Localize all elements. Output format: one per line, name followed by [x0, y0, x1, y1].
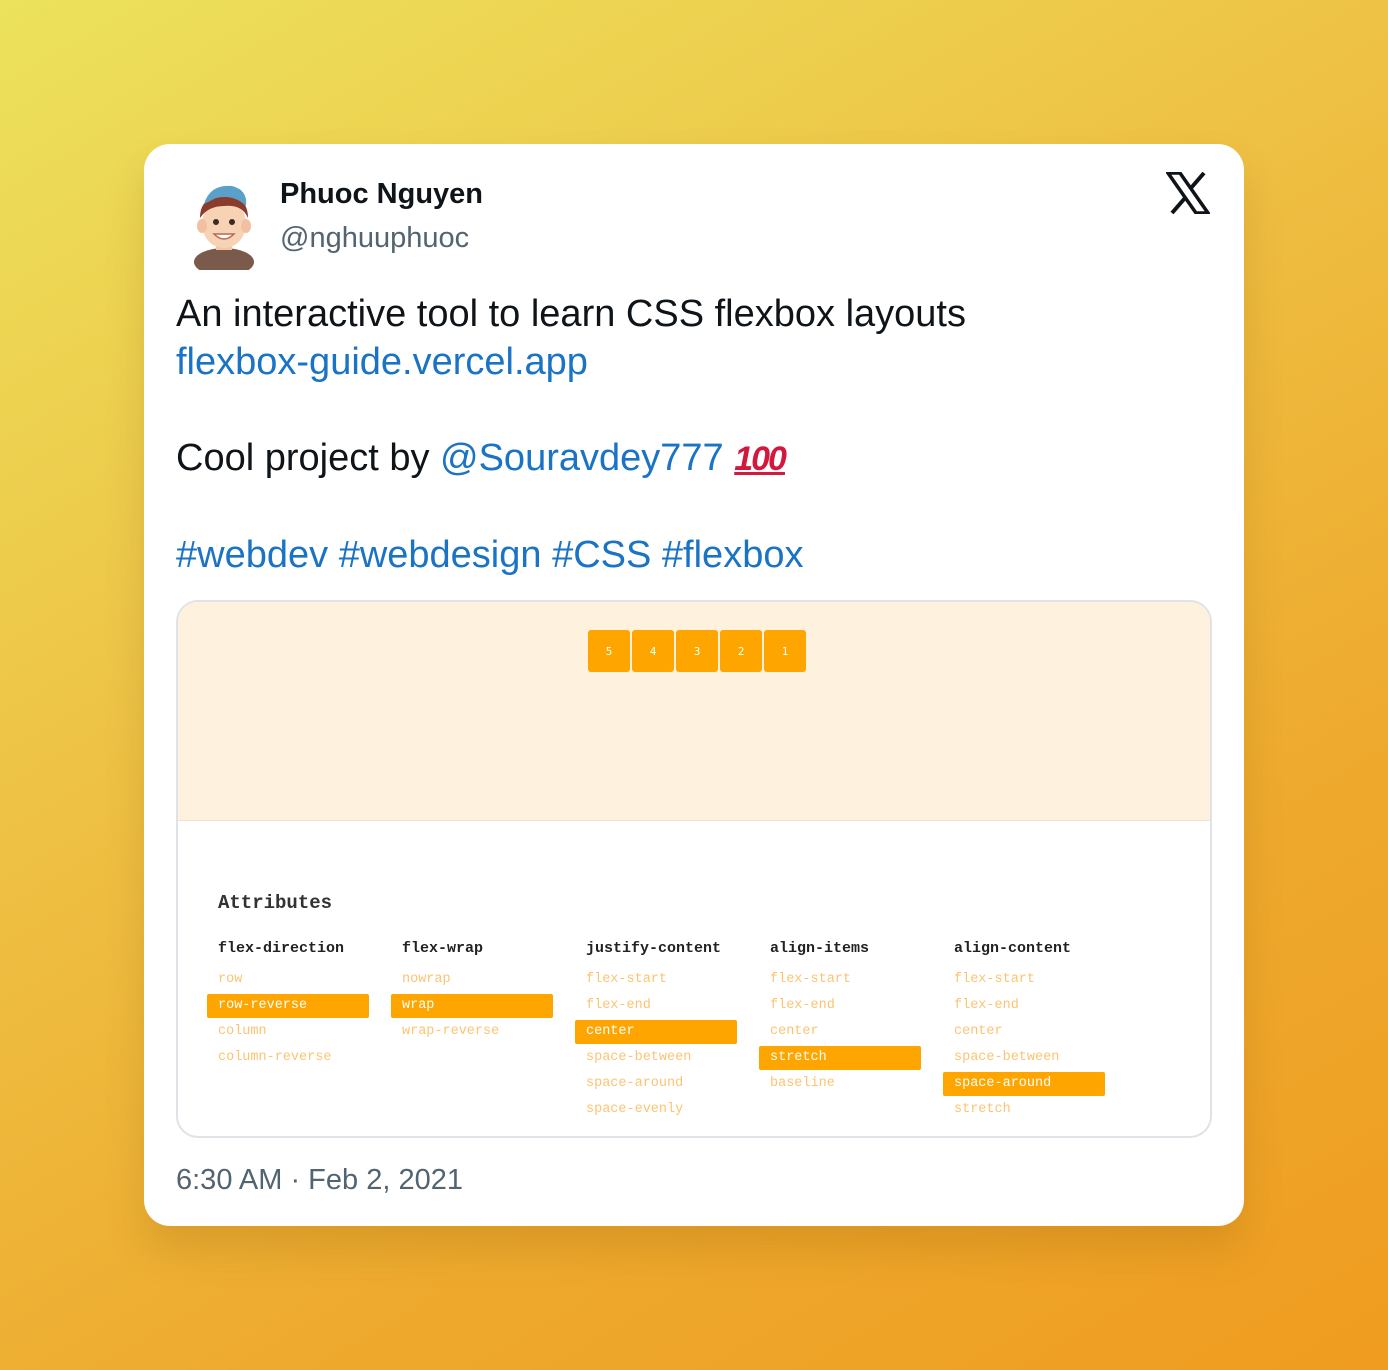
option-space-around[interactable]: space-around [575, 1072, 737, 1096]
flex-item: 2 [720, 630, 762, 672]
timestamp[interactable]: 6:30 AM · Feb 2, 2021 [176, 1164, 463, 1197]
option-flex-end[interactable]: flex-end [943, 994, 1105, 1018]
flex-items: 5 4 3 2 1 [588, 630, 806, 672]
attribute-group-flex-direction: flex-direction row row-reverse column column… [207, 940, 369, 1072]
flex-item: 4 [632, 630, 674, 672]
credit-prefix: Cool project by [176, 437, 441, 479]
flex-item: 3 [676, 630, 718, 672]
hashtag-link[interactable]: #flexbox [662, 534, 804, 576]
hashtag-link[interactable]: #CSS [552, 534, 651, 576]
mention-link[interactable]: @Souravdey777 [440, 437, 724, 479]
flex-item: 5 [588, 630, 630, 672]
flex-preview-area: 5 4 3 2 1 [178, 602, 1210, 821]
hashtag-link[interactable]: #webdev [176, 534, 328, 576]
attribute-group-heading: flex-wrap [402, 940, 484, 957]
option-center[interactable]: center [575, 1020, 737, 1044]
x-logo-icon[interactable] [1166, 172, 1210, 214]
option-stretch[interactable]: stretch [943, 1098, 1105, 1122]
hundred-points-emoji-icon: 100 [734, 440, 787, 478]
attribute-group-heading: align-content [954, 940, 1072, 957]
option-column-reverse[interactable]: column-reverse [207, 1046, 369, 1070]
attribute-group-heading: justify-content [586, 940, 722, 957]
option-baseline[interactable]: baseline [759, 1072, 921, 1096]
option-stretch[interactable]: stretch [759, 1046, 921, 1070]
option-space-between[interactable]: space-between [943, 1046, 1105, 1070]
option-row[interactable]: row [207, 968, 369, 992]
option-row-reverse[interactable]: row-reverse [207, 994, 369, 1018]
flex-item: 1 [764, 630, 806, 672]
option-flex-start[interactable]: flex-start [575, 968, 737, 992]
tweet-card: Phuoc Nguyen @nghuuphuoc An interactive … [144, 144, 1244, 1226]
tweet-line-1: An interactive tool to learn CSS flexbox… [176, 293, 966, 335]
hashtag-link[interactable]: #webdesign [339, 534, 542, 576]
option-wrap[interactable]: wrap [391, 994, 553, 1018]
option-center[interactable]: center [759, 1020, 921, 1044]
hashtags: #webdev #webdesign #CSS #flexbox [176, 531, 1206, 579]
option-flex-end[interactable]: flex-end [759, 994, 921, 1018]
attribute-group-flex-wrap: flex-wrap nowrap wrap wrap-reverse [391, 940, 553, 1046]
option-flex-end[interactable]: flex-end [575, 994, 737, 1018]
avatar[interactable] [176, 174, 272, 270]
option-nowrap[interactable]: nowrap [391, 968, 553, 992]
media-screenshot[interactable]: 5 4 3 2 1 Attributes flex-direction row ro… [176, 600, 1212, 1138]
author-name[interactable]: Phuoc Nguyen [280, 178, 483, 211]
attributes-title: Attributes [218, 892, 333, 914]
option-column[interactable]: column [207, 1020, 369, 1044]
author-handle[interactable]: @nghuuphuoc [280, 222, 469, 255]
tweet-link[interactable]: flexbox-guide.vercel.app [176, 338, 1206, 386]
attribute-group-align-content: align-content flex-start flex-end center spa… [943, 940, 1105, 1124]
attribute-group-justify-content: justify-content flex-start flex-end center s… [575, 940, 737, 1124]
option-flex-start[interactable]: flex-start [943, 968, 1105, 992]
option-space-between[interactable]: space-between [575, 1046, 737, 1070]
option-flex-start[interactable]: flex-start [759, 968, 921, 992]
credit-line: Cool project by @Souravdey777 100 [176, 434, 1206, 483]
option-wrap-reverse[interactable]: wrap-reverse [391, 1020, 553, 1044]
option-space-evenly[interactable]: space-evenly [575, 1098, 737, 1122]
attribute-group-heading: flex-direction [218, 940, 345, 957]
tweet-text: An interactive tool to learn CSS flexbox… [176, 290, 1206, 579]
attribute-group-align-items: align-items flex-start flex-end center stret… [759, 940, 921, 1098]
option-space-around[interactable]: space-around [943, 1072, 1105, 1096]
attribute-group-heading: align-items [770, 940, 870, 957]
option-center[interactable]: center [943, 1020, 1105, 1044]
